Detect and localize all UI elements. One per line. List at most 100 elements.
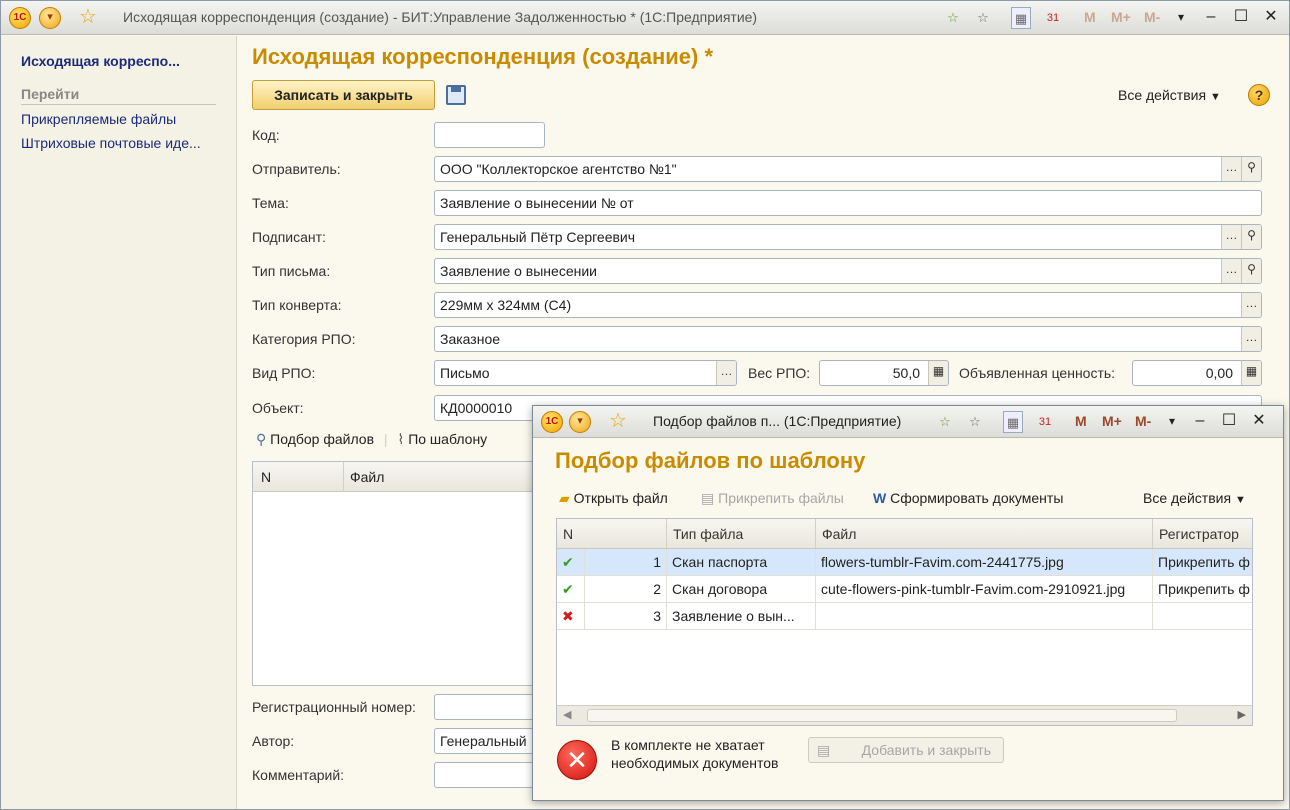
table-row[interactable]: ✔ 1 Скан паспорта flowers-tumblr-Favim.c… [557,549,1252,576]
envelope-type-select-button[interactable]: … [1241,293,1261,317]
row-file-type: Заявление о вын... [667,603,816,630]
template-files-table[interactable]: N Тип файла Файл Регистратор ✔ 1 Скан па… [556,518,1253,726]
all-actions-menu[interactable]: Все действия ▼ [1118,87,1221,103]
pick-files-button[interactable]: Подбор файлов [270,431,374,447]
code-label: Код: [252,127,280,143]
rpo-category-label: Категория РПО: [252,331,356,347]
close-icon[interactable]: ✕ [1247,409,1271,433]
search-icon[interactable]: ⚲ [1241,157,1261,181]
main-menu-icon[interactable]: ▾ [39,7,61,29]
nav-link-attached-files[interactable]: Прикрепляемые файлы [21,111,176,127]
declared-value-field[interactable]: 0,00 ▦ [1132,360,1262,386]
open-file-button[interactable]: ▰ Открыть файл [559,490,668,507]
calculator-icon[interactable]: ▦ [1241,361,1261,385]
help-icon[interactable]: ? [1248,84,1270,106]
minimize-icon[interactable]: – [1188,409,1212,433]
row-registrar [1153,603,1252,630]
nav-go-header: Перейти [21,86,216,105]
generate-documents-label: Сформировать документы [890,490,1064,506]
magnifier-icon: ⚲ [256,431,267,447]
horizontal-scrollbar[interactable]: ◀ ▶ [557,705,1252,725]
add-and-close-button[interactable]: ▤ Добавить и закрыть [808,737,1004,763]
letter-type-field[interactable]: Заявление о вынесении … ⚲ [434,258,1262,284]
calculator-icon[interactable]: ▦ [928,361,948,385]
table-row[interactable]: ✖ 3 Заявление о вын... [557,603,1252,630]
1c-logo-icon[interactable]: 1C [9,7,31,29]
m-button[interactable]: M [1075,413,1087,429]
generate-documents-button[interactable]: W Сформировать документы [873,490,1063,506]
scroll-left-icon[interactable]: ◀ [563,708,571,721]
bookmark-icon[interactable]: ☆ [973,7,993,29]
m-minus-button[interactable]: M- [1144,9,1160,25]
row-file: cute-flowers-pink-tumblr-Favim.com-29109… [816,576,1153,603]
save-icon[interactable] [446,85,466,105]
rpo-category-select-button[interactable]: … [1241,327,1261,351]
calculator-icon[interactable]: ▦ [1011,7,1031,29]
attach-files-button[interactable]: ▤ Прикрепить файлы [701,490,844,507]
save-and-close-button[interactable]: Записать и закрыть [252,80,435,110]
search-icon[interactable]: ⚲ [1241,225,1261,249]
tools-dropdown-icon[interactable]: ▾ [1160,409,1184,433]
minimize-icon[interactable]: – [1199,5,1223,29]
m-plus-button[interactable]: M+ [1102,413,1122,429]
m-plus-button[interactable]: M+ [1111,9,1131,25]
all-actions-label: Все действия [1118,87,1207,103]
scroll-right-icon[interactable]: ▶ [1238,708,1246,721]
open-folder-icon: ▰ [559,490,570,506]
rpo-kind-field[interactable]: Письмо … [434,360,737,386]
tools-dropdown-icon[interactable]: ▾ [1169,5,1193,29]
author-field[interactable]: Генеральный [434,728,544,754]
code-field[interactable] [434,122,545,148]
favorites-star-icon[interactable]: ☆ [77,7,99,29]
letter-type-select-button[interactable]: … [1221,259,1241,283]
rpo-category-field[interactable]: Заказное … [434,326,1262,352]
reg-number-field[interactable] [434,694,544,720]
comment-field[interactable] [434,762,544,788]
column-header-registrar[interactable]: Регистратор [1153,519,1252,549]
window-title: Исходящая корреспонденция (создание) - Б… [123,9,758,25]
m-minus-button[interactable]: M- [1135,413,1151,429]
calendar-icon[interactable]: 31 [1043,7,1063,29]
by-template-button[interactable]: По шаблону [408,431,487,447]
column-header-n[interactable]: N [557,519,667,549]
maximize-icon[interactable]: ☐ [1229,5,1253,29]
bookmark-icon[interactable]: ☆ [965,411,985,433]
favorites-star-icon[interactable]: ☆ [607,411,629,433]
m-button[interactable]: M [1084,9,1096,25]
open-file-label: Открыть файл [573,490,668,506]
declared-value-value: 0,00 [1205,365,1233,381]
calendar-icon[interactable]: 31 [1035,411,1055,433]
dialog-all-actions-menu[interactable]: Все действия ▼ [1143,490,1246,506]
file-picker-dialog: 1C ▾ ☆ Подбор файлов п... (1С:Предприяти… [532,405,1284,801]
sender-select-button[interactable]: … [1221,157,1241,181]
rpo-kind-select-button[interactable]: … [716,361,736,385]
row-number: 2 [585,576,667,603]
topic-field[interactable]: Заявление о вынесении № от [434,190,1262,216]
nav-link-barcodes[interactable]: Штриховые почтовые иде... [21,135,201,151]
column-header-file[interactable]: Файл [350,469,384,485]
1c-logo-icon[interactable]: 1C [541,411,563,433]
scroll-thumb[interactable] [587,709,1177,722]
maximize-icon[interactable]: ☐ [1217,409,1241,433]
search-icon[interactable]: ⚲ [1241,259,1261,283]
word-document-icon: W [873,490,887,506]
column-header-file-type[interactable]: Тип файла [667,519,816,549]
sender-field[interactable]: ООО "Коллекторское агентство №1" … ⚲ [434,156,1262,182]
signer-field[interactable]: Генеральный Пётр Сергеевич … ⚲ [434,224,1262,250]
comment-label: Комментарий: [252,767,345,783]
close-icon[interactable]: ✕ [1259,5,1283,29]
row-registrar: Прикрепить ф [1158,581,1250,597]
column-header-file[interactable]: Файл [816,519,1153,549]
rpo-weight-field[interactable]: 50,0 ▦ [819,360,949,386]
add-favorite-icon[interactable]: ☆ [943,7,963,29]
envelope-type-field[interactable]: 229мм х 324мм (С4) … [434,292,1262,318]
nav-title[interactable]: Исходящая корреспо... [21,53,180,69]
calculator-icon[interactable]: ▦ [1003,411,1023,433]
files-table[interactable]: N Файл [252,461,552,686]
dialog-all-actions-label: Все действия [1143,490,1232,506]
add-favorite-icon[interactable]: ☆ [935,411,955,433]
column-header-n[interactable]: N [261,469,271,485]
table-row[interactable]: ✔ 2 Скан договора cute-flowers-pink-tumb… [557,576,1252,603]
signer-select-button[interactable]: … [1221,225,1241,249]
main-menu-icon[interactable]: ▾ [569,411,591,433]
